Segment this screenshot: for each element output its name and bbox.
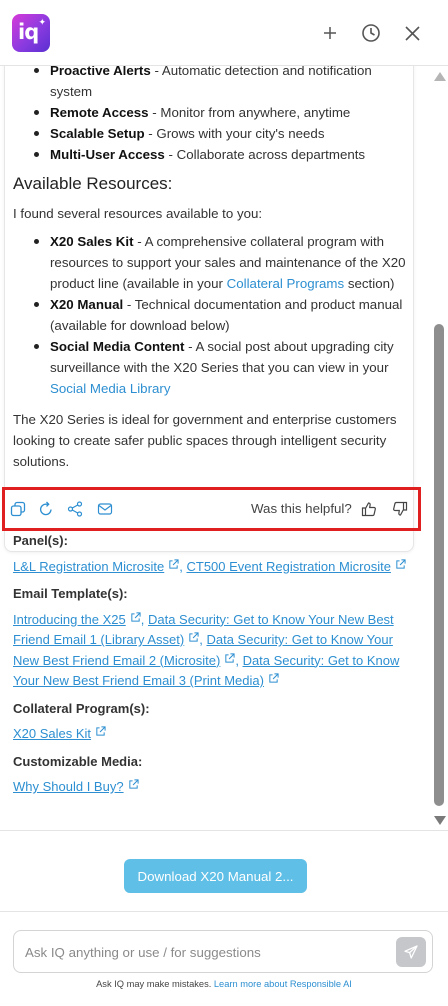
feature-desc: - Monitor from anywhere, anytime [148,105,351,120]
responsible-ai-link[interactable]: Learn more about Responsible AI [214,979,352,989]
feature-title: Multi-User Access [50,147,165,162]
feature-title: Proactive Alerts [50,66,151,78]
resource-title: X20 Sales Kit [50,234,134,249]
external-link-icon [169,558,179,569]
share-button[interactable] [66,500,84,518]
email-button[interactable] [96,500,114,518]
resource-title: X20 Manual [50,297,124,312]
list-item: X20 Sales Kit - A comprehensive collater… [13,231,408,294]
list-item: Scalable Setup - Grows with your city's … [13,123,408,144]
feature-title: Remote Access [50,105,149,120]
copy-button[interactable] [9,500,27,518]
chat-scroll-area[interactable]: Proactive Alerts - Automatic detection a… [0,66,448,830]
thumbs-down-button[interactable] [391,500,409,518]
disclaimer-text: Ask IQ may make mistakes. [96,979,214,989]
media-title: Customizable Media: [13,753,143,769]
email-templates-links: Introducing the X25, Data Security: Get … [13,611,400,689]
assistant-message: Proactive Alerts - Automatic detection a… [13,66,408,472]
feedback-bar: Was this helpful? [2,487,421,531]
external-link-icon [131,611,141,622]
collateral-link[interactable]: X20 Sales Kit [13,726,91,741]
logo-text: iq [18,20,39,44]
close-icon [404,25,420,41]
list-item: X20 Manual - Technical documentation and… [13,294,408,336]
close-button[interactable] [399,20,425,46]
regenerate-icon [40,501,52,516]
send-button[interactable] [396,937,426,967]
scrollbar-thumb[interactable] [434,324,444,806]
feature-desc: - Grows with your city's needs [144,126,325,141]
resource-desc-end: section) [344,276,395,291]
chat-input-box [13,930,433,973]
scroll-down-arrow-icon[interactable] [434,816,446,825]
external-link-icon [128,779,139,789]
media-link[interactable]: Why Should I Buy? [13,779,124,794]
download-manual-button[interactable]: Download X20 Manual 2... [124,859,307,893]
regenerate-button[interactable] [37,500,55,518]
collateral-programs-link[interactable]: Collateral Programs [227,276,345,291]
plus-icon [324,27,336,39]
external-link-icon [96,726,106,736]
email-template-link[interactable]: Introducing the X25 [13,612,126,627]
scroll-up-arrow-icon[interactable] [434,72,446,81]
collateral-title: Collateral Program(s): [13,700,150,716]
collateral-links: X20 Sales Kit [13,724,413,745]
list-item: Proactive Alerts - Automatic detection a… [13,66,408,102]
external-link-icon [225,652,235,663]
iq-logo: iq ✦ [12,14,50,52]
list-item: Multi-User Access - Collaborate across d… [13,144,408,165]
feature-desc: - Collaborate across departments [164,147,366,162]
resource-list: X20 Sales Kit - A comprehensive collater… [13,231,408,399]
resources-heading: Available Resources: [13,174,173,193]
chat-header: iq ✦ [0,0,448,66]
feedback-question: Was this helpful? [251,501,352,516]
history-button[interactable] [358,20,384,46]
resource-title: Social Media Content [50,339,185,354]
send-icon [404,945,418,959]
thumbs-down-icon [393,501,408,516]
thumbs-up-icon [361,502,376,517]
social-media-library-link[interactable]: Social Media Library [50,381,170,396]
email-icon [97,503,113,515]
external-link-icon [269,673,279,683]
resources-intro: I found several resources available to y… [13,206,263,221]
share-icon [67,501,83,517]
closing-paragraph: The X20 Series is ideal for government a… [13,412,397,469]
scrollbar[interactable] [433,66,446,830]
copy-icon [10,501,26,517]
list-item: Remote Access - Monitor from anywhere, a… [13,102,408,123]
email-templates-title: Email Template(s): [13,586,128,601]
media-links: Why Should I Buy? [13,777,413,798]
external-link-icon [189,632,199,642]
new-chat-button[interactable] [317,20,343,46]
panels-links: L&L Registration Microsite, CT500 Event … [13,557,413,578]
download-area: Download X20 Manual 2... [0,830,448,912]
disclaimer: Ask IQ may make mistakes. Learn more abo… [0,979,448,989]
reference-section: Panel(s): L&L Registration Microsite, CT… [13,531,413,798]
feature-title: Scalable Setup [50,126,145,141]
history-clock-icon [362,24,380,42]
feature-list: Proactive Alerts - Automatic detection a… [13,66,408,165]
external-link-icon [396,558,406,569]
panels-title: Panel(s): [13,533,68,548]
thumbs-up-button[interactable] [360,500,378,518]
panel-link[interactable]: L&L Registration Microsite [13,559,164,574]
sparkle-icon: ✦ [38,17,46,27]
list-item: Social Media Content - A social post abo… [13,336,408,399]
chat-input[interactable] [25,941,385,963]
panel-link[interactable]: CT500 Event Registration Microsite [186,559,390,574]
